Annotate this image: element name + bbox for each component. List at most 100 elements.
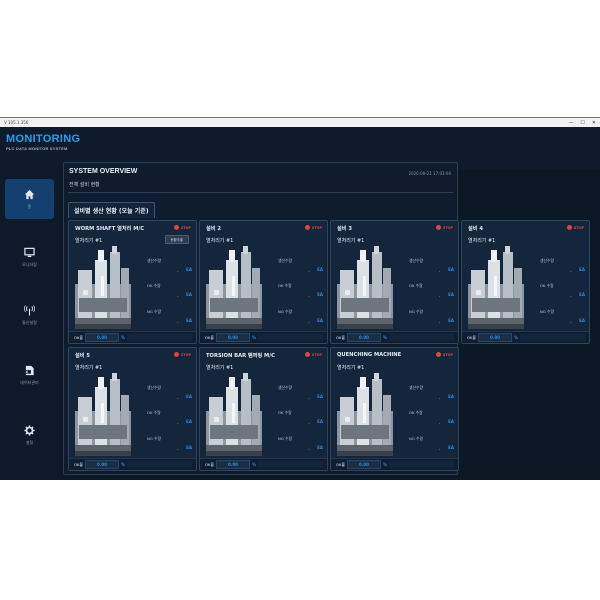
stat-value: - [308, 293, 310, 298]
equipment-card[interactable]: 설비 2 STOP 열처리기 #1 생산수량 - EA OK 수량 - EA NG 수량 - EA OK… [199, 220, 328, 344]
equipment-type: 열처리기 #1 [75, 238, 103, 244]
sidebar-item-label: 모니터링 [22, 261, 37, 267]
equipment-name: 설비 5 [75, 353, 90, 359]
equipment-name: QUENCHING MACHINE [337, 352, 402, 358]
status-dot-icon [435, 225, 441, 230]
sidebar-item-comm[interactable]: 통신설정 [5, 295, 54, 335]
ok-rate-value: 0.00 [215, 460, 250, 469]
stat-value: - [177, 420, 179, 425]
equipment-type: 열처리기 #1 [206, 365, 234, 371]
ok-rate-bar [127, 334, 192, 341]
status-text: STOP [180, 225, 191, 230]
equipment-card[interactable]: TORSION BAR 템퍼링 M/C STOP 열처리기 #1 생산수량 - EA OK … [199, 347, 328, 471]
status-dot-icon [566, 225, 572, 230]
machine-image [75, 246, 131, 329]
antenna-icon [24, 304, 35, 316]
ok-rate-row: OK율 0.00% [69, 458, 196, 470]
status-dot-icon [435, 352, 441, 357]
stat-label: OK 수량 [409, 410, 423, 415]
stat-value: - [439, 420, 441, 425]
status-export-button[interactable]: 현황추출 [164, 235, 189, 244]
stat-label: OK 수량 [540, 283, 554, 288]
ok-rate-bar [258, 334, 323, 341]
machine-image [206, 246, 262, 329]
app-subtitle: PLC DATA MONITOR SYSTEM [6, 146, 68, 151]
stat-value: - [308, 395, 310, 400]
equipment-card[interactable]: QUENCHING MACHINE STOP 열처리기 #1 생산수량 - EA OK 수량… [330, 347, 459, 471]
stat-unit: EA [448, 267, 454, 272]
sidebar-item-home[interactable]: 홈 [5, 179, 54, 219]
ok-rate-bar [520, 334, 585, 341]
stat-unit: EA [448, 292, 454, 297]
stat-value: - [177, 446, 179, 451]
status-indicator: STOP [304, 352, 322, 357]
ok-rate-row: OK율 0.00% [200, 331, 327, 343]
stat-unit: EA [317, 445, 323, 450]
stat-label: OK 수량 [409, 283, 423, 288]
ok-rate-value: 0.00 [84, 333, 119, 342]
stat-label: NG 수량 [409, 436, 423, 441]
divider [68, 192, 453, 193]
stat-label: 생산수량 [409, 258, 423, 263]
stat-unit: EA [448, 394, 454, 399]
ok-rate-row: OK율 0.00% [69, 331, 196, 343]
stat-unit: EA [317, 419, 323, 424]
equipment-card[interactable]: 설비 3 STOP 열처리기 #1 생산수량 - EA OK 수량 - EA NG 수량 - EA OK… [330, 220, 459, 344]
stat-label: NG 수량 [147, 309, 161, 314]
status-indicator: STOP [173, 225, 191, 230]
ok-rate-value: 0.00 [215, 333, 250, 342]
stat-value: - [439, 268, 441, 273]
equipment-name: 설비 3 [337, 226, 352, 232]
ok-rate-unit: % [382, 335, 387, 340]
ok-rate-label: OK율 [467, 334, 476, 340]
ok-rate-row: OK율 0.00% [200, 458, 327, 470]
stat-unit: EA [317, 292, 323, 297]
machine-image [206, 373, 262, 456]
equipment-name: WORM SHAFT 열처리 M/C [75, 226, 145, 232]
status-text: STOP [311, 352, 322, 357]
equipment-card[interactable]: 설비 5 STOP 열처리기 #1 생산수량 - EA OK 수량 - EA NG 수량 - EA OK… [68, 347, 197, 471]
status-dot-icon [173, 225, 179, 230]
stat-unit: EA [317, 318, 323, 323]
machine-image [337, 373, 393, 456]
home-icon [24, 189, 35, 199]
maximize-button[interactable]: ☐ [580, 120, 584, 126]
stat-label: 생산수량 [278, 258, 292, 263]
status-indicator: STOP [173, 352, 191, 357]
sidebar-item-label: 통신설정 [22, 319, 37, 325]
equipment-card[interactable]: WORM SHAFT 열처리 M/C STOP 열처리기 #1 현황추출 생산수량 - EA… [68, 220, 197, 344]
section-title: SYSTEM OVERVIEW [69, 168, 138, 175]
monitor-icon [24, 247, 35, 257]
ok-rate-label: OK율 [74, 334, 83, 340]
stat-value: - [570, 268, 572, 273]
sidebar-item-data[interactable]: 데이터관리 [5, 355, 54, 395]
close-button[interactable]: ✕ [592, 120, 596, 126]
stat-label: 생산수량 [540, 258, 554, 263]
sidebar-item-monitoring[interactable]: 모니터링 [5, 237, 54, 277]
tab-production-status[interactable]: 설비별 생산 현황 (오늘 기준) [68, 202, 155, 218]
minimize-button[interactable]: — [568, 120, 573, 126]
ok-rate-value: 0.00 [346, 460, 381, 469]
ok-rate-value: 0.00 [477, 333, 512, 342]
status-text: STOP [180, 352, 191, 357]
stat-unit: EA [186, 445, 192, 450]
ok-rate-unit: % [120, 462, 125, 467]
equipment-card[interactable]: 설비 4 STOP 열처리기 #1 생산수량 - EA OK 수량 - EA NG 수량 - EA OK… [461, 220, 590, 344]
machine-image [337, 246, 393, 329]
stat-value: - [570, 293, 572, 298]
status-indicator: STOP [566, 225, 584, 230]
stat-unit: EA [579, 318, 585, 323]
app-title: MONITORING [6, 133, 81, 145]
stat-value: - [177, 293, 179, 298]
stat-label: NG 수량 [278, 309, 292, 314]
stat-value: - [177, 395, 179, 400]
equipment-type: 열처리기 #1 [337, 238, 365, 244]
ok-rate-unit: % [513, 335, 518, 340]
status-dot-icon [304, 225, 310, 230]
ok-rate-unit: % [382, 462, 387, 467]
excel-icon [24, 365, 34, 375]
equipment-name: TORSION BAR 템퍼링 M/C [206, 353, 275, 359]
stat-unit: EA [448, 318, 454, 323]
stat-value: - [308, 319, 310, 324]
sidebar-item-settings[interactable]: 설정 [5, 415, 54, 455]
